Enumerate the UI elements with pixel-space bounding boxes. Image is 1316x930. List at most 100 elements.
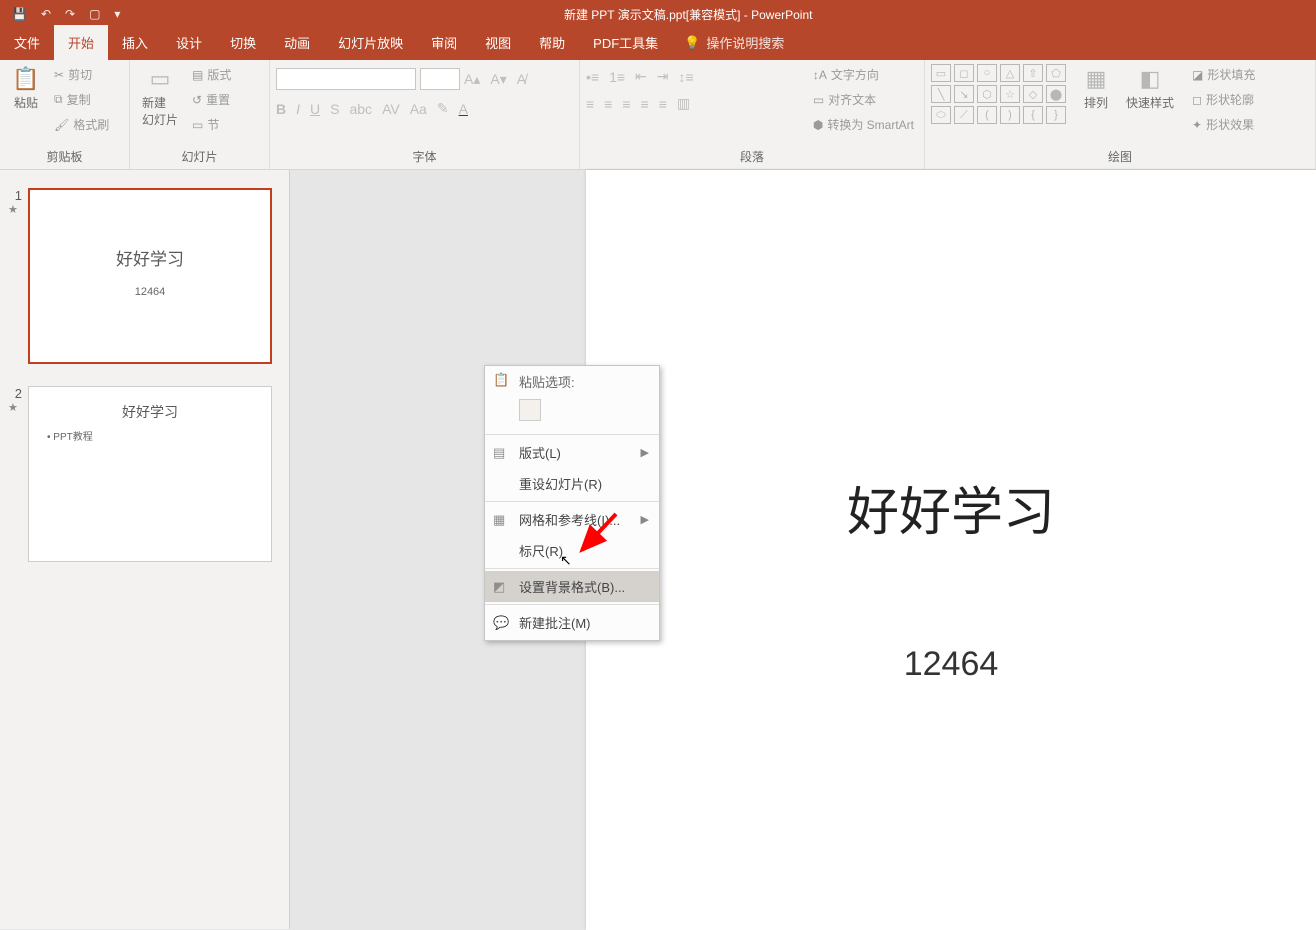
quick-access-toolbar: 💾 ↶ ↷ ▢ ▾ bbox=[0, 7, 120, 21]
slide-title-text[interactable]: 好好学习 bbox=[847, 470, 1055, 545]
shape-fill-button[interactable]: ◪形状填充 bbox=[1188, 64, 1259, 85]
thumbnail-1[interactable]: 1 ★ 好好学习 12464 bbox=[8, 188, 281, 364]
highlight-button[interactable]: ✎ bbox=[437, 100, 449, 117]
qat-more-icon[interactable]: ▾ bbox=[114, 7, 120, 21]
clear-format-icon[interactable]: A̸ bbox=[517, 71, 526, 87]
spacing-button[interactable]: AV bbox=[382, 101, 400, 117]
text-direction-button[interactable]: ↕A文字方向 bbox=[809, 64, 918, 85]
smartart-icon: ⬢ bbox=[813, 118, 823, 132]
change-case-button[interactable]: Aa bbox=[410, 101, 427, 117]
align-center-button[interactable]: ≡ bbox=[604, 96, 612, 112]
columns-button[interactable]: ▥ bbox=[677, 95, 690, 112]
align-left-button[interactable]: ≡ bbox=[586, 96, 594, 112]
decrease-font-icon[interactable]: A▾ bbox=[490, 71, 506, 88]
menu-separator bbox=[485, 434, 659, 435]
lightbulb-icon: 💡 bbox=[684, 35, 700, 51]
layout-button[interactable]: ▤版式 bbox=[188, 64, 235, 85]
brush-icon: 🖌 bbox=[54, 118, 69, 132]
shapes-gallery[interactable]: ▭◻○△⇧⬠ ╲↘⬡☆◇⬤ ⬭⟋(){} bbox=[931, 64, 1066, 124]
paste-button[interactable]: 📋 粘贴 bbox=[6, 64, 46, 113]
thumbnail-2[interactable]: 2 ★ 好好学习 • PPT教程 bbox=[8, 386, 281, 562]
text-direction-icon: ↕A bbox=[813, 68, 827, 82]
slide-subtitle-text[interactable]: 12464 bbox=[904, 645, 999, 684]
redo-icon[interactable]: ↷ bbox=[65, 7, 75, 21]
layout-icon: ▤ bbox=[493, 445, 505, 461]
font-name-selector[interactable] bbox=[276, 68, 416, 90]
new-slide-button[interactable]: ▭ 新建 幻灯片 bbox=[136, 64, 184, 130]
font-color-button[interactable]: A bbox=[459, 101, 468, 117]
format-painter-button[interactable]: 🖌格式刷 bbox=[50, 114, 113, 135]
section-icon: ▭ bbox=[192, 118, 203, 132]
chevron-right-icon: ▶ bbox=[641, 513, 649, 526]
copy-icon: ⧉ bbox=[54, 92, 63, 107]
menu-grid-guides[interactable]: ▦ 网格和参考线(I)...▶ bbox=[485, 504, 659, 535]
bold-button[interactable]: B bbox=[276, 101, 286, 117]
cut-button[interactable]: ✂剪切 bbox=[50, 64, 113, 85]
shape-effects-button[interactable]: ✦形状效果 bbox=[1188, 114, 1259, 135]
align-text-icon: ▭ bbox=[813, 93, 824, 107]
tab-insert[interactable]: 插入 bbox=[108, 25, 162, 60]
strikethrough-button[interactable]: S bbox=[330, 101, 339, 117]
tab-pdf[interactable]: PDF工具集 bbox=[579, 25, 672, 60]
menu-layout[interactable]: ▤ 版式(L)▶ bbox=[485, 437, 659, 468]
grid-icon: ▦ bbox=[493, 512, 505, 528]
tab-file[interactable]: 文件 bbox=[0, 25, 54, 60]
ribbon-tabs: 文件 开始 插入 设计 切换 动画 幻灯片放映 审阅 视图 帮助 PDF工具集 … bbox=[0, 28, 1316, 60]
shape-outline-button[interactable]: ◻形状轮廓 bbox=[1188, 89, 1259, 110]
line-spacing-button[interactable]: ↕≡ bbox=[679, 69, 694, 85]
menu-reset-slide[interactable]: 重设幻灯片(R) bbox=[485, 468, 659, 499]
shadow-button[interactable]: abc bbox=[349, 101, 372, 117]
numbering-button[interactable]: 1≡ bbox=[609, 69, 625, 85]
reset-button[interactable]: ↺重置 bbox=[188, 89, 235, 110]
increase-font-icon[interactable]: A▴ bbox=[464, 71, 480, 88]
bullets-button[interactable]: •≡ bbox=[586, 69, 599, 85]
copy-button[interactable]: ⧉复制 bbox=[50, 89, 113, 110]
thumbnail-number: 1 bbox=[8, 188, 22, 203]
effects-icon: ✦ bbox=[1192, 118, 1202, 132]
slide-thumbnail-panel[interactable]: 1 ★ 好好学习 12464 2 ★ 好好学习 • PPT教程 bbox=[0, 170, 290, 929]
thumb-title: 好好学习 bbox=[116, 245, 184, 270]
current-slide[interactable]: 好好学习 12464 bbox=[586, 170, 1316, 930]
indent-decrease-button[interactable]: ⇤ bbox=[635, 68, 647, 85]
tab-help[interactable]: 帮助 bbox=[525, 25, 579, 60]
tab-review[interactable]: 审阅 bbox=[417, 25, 471, 60]
underline-button[interactable]: U bbox=[310, 101, 320, 117]
align-text-button[interactable]: ▭对齐文本 bbox=[809, 89, 918, 110]
paste-option-icon[interactable] bbox=[519, 399, 541, 421]
save-icon[interactable]: 💾 bbox=[12, 7, 27, 21]
tab-animations[interactable]: 动画 bbox=[270, 25, 324, 60]
group-label-drawing: 绘图 bbox=[931, 146, 1309, 167]
start-slideshow-icon[interactable]: ▢ bbox=[89, 7, 100, 21]
title-bar: 💾 ↶ ↷ ▢ ▾ 新建 PPT 演示文稿.ppt[兼容模式] - PowerP… bbox=[0, 0, 1316, 28]
tab-slideshow[interactable]: 幻灯片放映 bbox=[324, 25, 417, 60]
tell-me-search[interactable]: 💡 操作说明搜索 bbox=[672, 25, 796, 60]
tab-home[interactable]: 开始 bbox=[54, 25, 108, 60]
menu-new-comment[interactable]: 💬 新建批注(M) bbox=[485, 607, 659, 638]
font-size-selector[interactable] bbox=[420, 68, 460, 90]
paste-label: 粘贴 bbox=[14, 94, 38, 111]
new-slide-icon: ▭ bbox=[150, 66, 171, 92]
arrange-button[interactable]: ▦ 排列 bbox=[1076, 64, 1116, 113]
tab-design[interactable]: 设计 bbox=[162, 25, 216, 60]
tab-transitions[interactable]: 切换 bbox=[216, 25, 270, 60]
align-right-button[interactable]: ≡ bbox=[622, 96, 630, 112]
arrange-icon: ▦ bbox=[1086, 66, 1107, 92]
distribute-button[interactable]: ≡ bbox=[659, 96, 667, 112]
tab-view[interactable]: 视图 bbox=[471, 25, 525, 60]
thumbnail-1-preview[interactable]: 好好学习 12464 bbox=[28, 188, 272, 364]
group-font: A▴A▾A̸ B I U S abc AV Aa ✎ A 字体 bbox=[270, 60, 580, 169]
undo-icon[interactable]: ↶ bbox=[41, 7, 51, 21]
menu-format-background[interactable]: ◩ 设置背景格式(B)... bbox=[485, 571, 659, 602]
group-slides: ▭ 新建 幻灯片 ▤版式 ↺重置 ▭节 幻灯片 bbox=[130, 60, 270, 169]
indent-increase-button[interactable]: ⇥ bbox=[657, 68, 669, 85]
scissors-icon: ✂ bbox=[54, 68, 64, 82]
thumbnail-2-preview[interactable]: 好好学习 • PPT教程 bbox=[28, 386, 272, 562]
justify-button[interactable]: ≡ bbox=[641, 96, 649, 112]
comment-icon: 💬 bbox=[493, 615, 509, 631]
menu-ruler[interactable]: 标尺(R) bbox=[485, 535, 659, 566]
convert-smartart-button[interactable]: ⬢转换为 SmartArt bbox=[809, 114, 918, 135]
slide-canvas-area[interactable]: 好好学习 12464 bbox=[290, 170, 1316, 929]
italic-button[interactable]: I bbox=[296, 101, 300, 117]
section-button[interactable]: ▭节 bbox=[188, 114, 235, 135]
quick-styles-button[interactable]: ◧ 快速样式 bbox=[1120, 64, 1180, 113]
